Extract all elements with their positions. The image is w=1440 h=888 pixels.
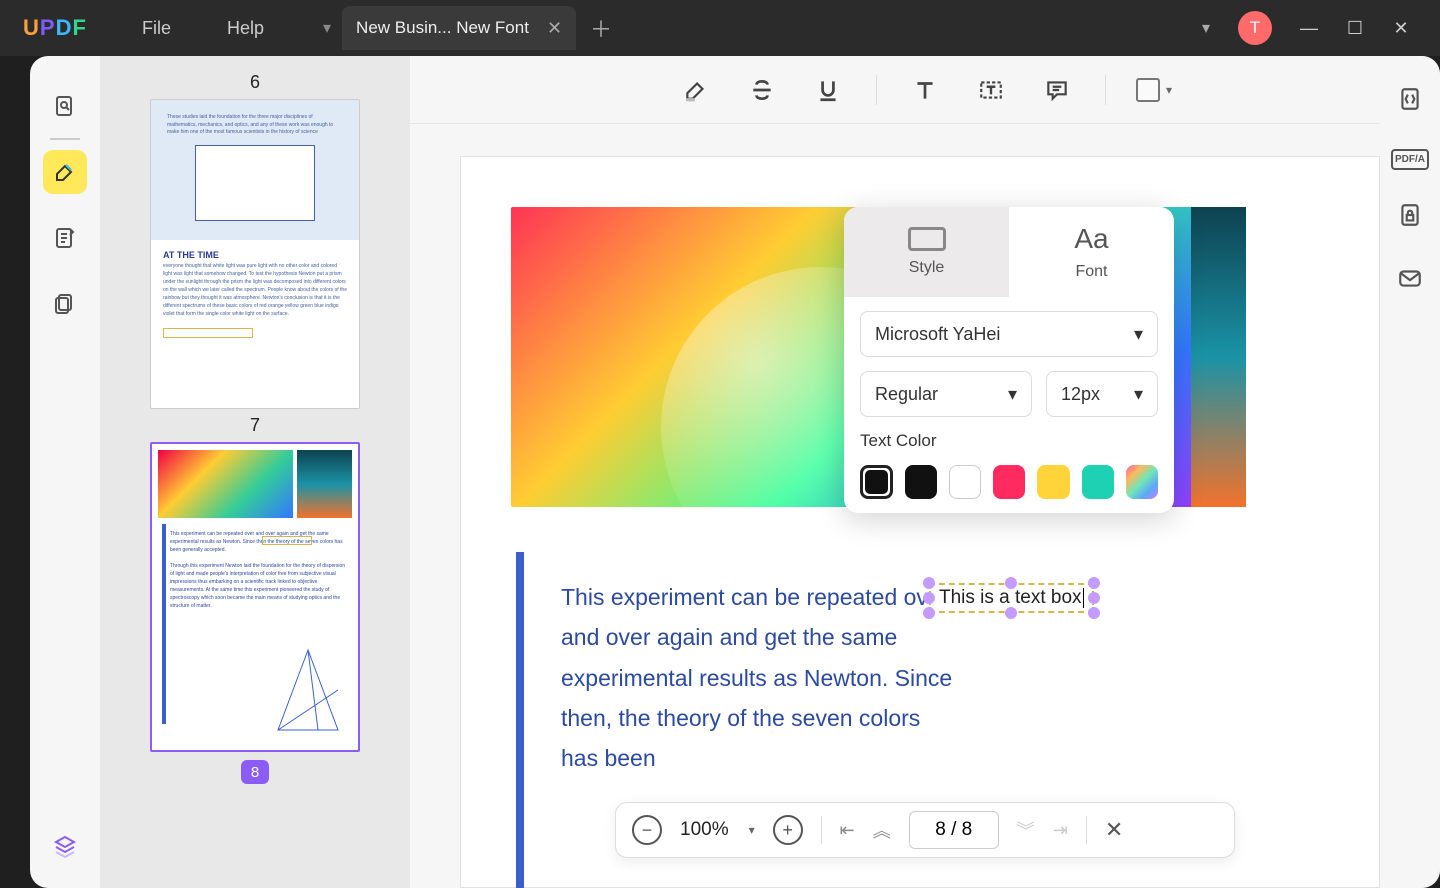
thumbnail-page-6[interactable]: These studies laid the foundation for th… xyxy=(150,99,360,409)
minimize-button[interactable]: ― xyxy=(1300,18,1318,39)
new-tab-button[interactable]: ＋ xyxy=(576,12,626,44)
pdfa-icon[interactable]: PDF/A xyxy=(1391,149,1429,170)
maximize-button[interactable]: ☐ xyxy=(1346,18,1364,39)
first-page-icon[interactable]: ⇤ xyxy=(840,820,855,841)
form-tool-icon[interactable] xyxy=(43,216,87,260)
thumbnail-panel: 6 These studies laid the foundation for … xyxy=(100,56,410,888)
menu-file[interactable]: File xyxy=(142,18,171,39)
chevron-down-icon[interactable]: ▾ xyxy=(1202,18,1210,38)
highlighter-tool-icon[interactable] xyxy=(43,150,87,194)
mail-icon[interactable] xyxy=(1397,265,1423,296)
thumb-label-7: 7 xyxy=(250,415,260,436)
quote-bar xyxy=(516,552,524,888)
highlighter-icon[interactable] xyxy=(678,72,714,108)
font-popover: Style Aa Font Microsoft YaHei▾ Regular▾ … xyxy=(844,207,1174,513)
comment-icon[interactable] xyxy=(1039,72,1075,108)
user-avatar[interactable]: T xyxy=(1238,11,1272,45)
resize-handle[interactable] xyxy=(1088,592,1100,604)
close-window-button[interactable]: ✕ xyxy=(1392,18,1410,39)
underline-icon[interactable] xyxy=(810,72,846,108)
style-tab[interactable]: Style xyxy=(844,207,1009,297)
search-icon[interactable] xyxy=(43,84,87,128)
thumbnail-page-7[interactable]: This experiment can be repeated over and… xyxy=(150,442,360,752)
thumb-badge-8: 8 xyxy=(241,760,269,784)
resize-handle[interactable] xyxy=(923,577,935,589)
left-sidebar xyxy=(30,56,100,888)
title-bar: UPDF File Help ▾ New Busin... New Font ✕… xyxy=(0,0,1440,56)
app-logo: UPDF xyxy=(0,15,110,41)
menu-help[interactable]: Help xyxy=(227,18,264,39)
swatch-yellow[interactable] xyxy=(1037,465,1069,499)
aa-icon: Aa xyxy=(1074,223,1108,255)
thumb-label-6: 6 xyxy=(250,72,260,93)
tab-title: New Busin... New Font xyxy=(356,18,529,38)
textbox-content[interactable]: This is a text box xyxy=(939,587,1082,608)
close-bar-icon[interactable]: ✕ xyxy=(1105,817,1123,843)
tab-list-dropdown[interactable]: ▾ xyxy=(312,0,342,56)
hero-image-2 xyxy=(1191,207,1246,507)
rectangle-icon xyxy=(908,227,946,251)
swatch-black[interactable] xyxy=(860,465,893,499)
resize-handle[interactable] xyxy=(1005,607,1017,619)
textbox-annotation[interactable]: This is a text box xyxy=(929,583,1094,613)
last-page-icon[interactable]: ⇥ xyxy=(1053,820,1068,841)
layers-icon[interactable] xyxy=(43,824,87,868)
next-page-icon[interactable]: ︾ xyxy=(1017,817,1035,843)
font-tab[interactable]: Aa Font xyxy=(1009,207,1174,297)
resize-handle[interactable] xyxy=(923,607,935,619)
resize-handle[interactable] xyxy=(1088,607,1100,619)
convert-icon[interactable] xyxy=(1397,86,1423,117)
text-color-label: Text Color xyxy=(860,431,1158,451)
page-canvas[interactable]: This experiment can be repeated over and… xyxy=(460,156,1380,888)
swatch-dark[interactable] xyxy=(905,465,937,499)
tab-close-icon[interactable]: ✕ xyxy=(547,18,562,39)
annotation-toolbar: ▾ xyxy=(410,56,1440,124)
page-field[interactable]: 8 / 8 xyxy=(909,811,999,849)
zoom-out-button[interactable]: − xyxy=(632,815,662,845)
font-size-select[interactable]: 12px▾ xyxy=(1046,371,1158,417)
prev-page-icon[interactable]: ︽ xyxy=(873,817,891,843)
zoom-in-button[interactable]: + xyxy=(773,815,803,845)
document-tab[interactable]: New Busin... New Font ✕ xyxy=(342,6,576,50)
right-rail: PDF/A xyxy=(1380,56,1440,888)
textbox-icon[interactable] xyxy=(973,72,1009,108)
document-area: ▾ This experiment can be repeated over a… xyxy=(410,56,1440,888)
protect-icon[interactable] xyxy=(1397,202,1423,233)
font-family-select[interactable]: Microsoft YaHei▾ xyxy=(860,311,1158,357)
view-controls-bar: − 100% ▾ + ⇤ ︽ 8 / 8 ︾ ⇥ ✕ xyxy=(615,802,1235,858)
swatch-teal[interactable] xyxy=(1082,465,1114,499)
strikethrough-icon[interactable] xyxy=(744,72,780,108)
zoom-dropdown-icon[interactable]: ▾ xyxy=(749,823,755,837)
swatch-gradient[interactable] xyxy=(1126,465,1158,499)
resize-handle[interactable] xyxy=(923,592,935,604)
text-icon[interactable] xyxy=(907,72,943,108)
shape-color-picker[interactable]: ▾ xyxy=(1136,72,1172,108)
swatch-white[interactable] xyxy=(949,465,981,499)
font-weight-select[interactable]: Regular▾ xyxy=(860,371,1032,417)
color-swatches xyxy=(860,465,1158,499)
body-paragraph: This experiment can be repeated over and… xyxy=(561,577,961,778)
divider xyxy=(50,138,80,140)
swatch-pink[interactable] xyxy=(993,465,1025,499)
resize-handle[interactable] xyxy=(1088,577,1100,589)
zoom-level[interactable]: 100% xyxy=(680,819,729,841)
pages-tool-icon[interactable] xyxy=(43,282,87,326)
